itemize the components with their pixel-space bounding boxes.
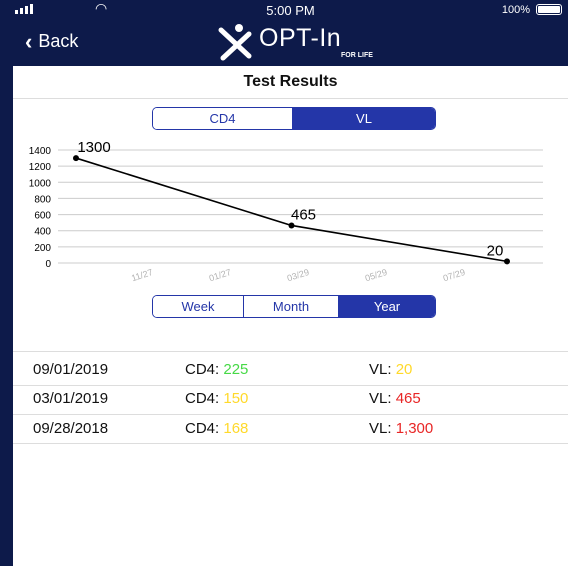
cd4-value: 225 [223, 361, 249, 378]
vl-label: VL: [369, 390, 392, 407]
y-tick-label: 0 [45, 259, 51, 270]
y-tick-label: 1400 [29, 146, 52, 157]
x-tick-label: 05/29 [364, 267, 389, 283]
tab-year[interactable]: Year [339, 296, 435, 317]
data-label: 20 [487, 242, 504, 259]
y-tick-label: 600 [34, 211, 51, 222]
result-vl: VL: 1,300 [369, 420, 433, 437]
y-tick-label: 800 [34, 194, 51, 205]
data-label: 1300 [77, 139, 110, 156]
result-vl: VL: 465 [369, 390, 421, 407]
tab-cd4[interactable]: CD4 [153, 108, 293, 129]
vl-value: 20 [395, 361, 413, 378]
data-label: 465 [291, 206, 316, 223]
vl-label: VL: [369, 420, 392, 437]
tab-vl[interactable]: VL [293, 108, 435, 129]
back-label: Back [38, 31, 79, 51]
vl-value: 465 [395, 390, 421, 407]
x-tick-label: 07/29 [442, 267, 467, 283]
result-row[interactable]: 03/01/2019 CD4: 150 VL: 465 [13, 382, 568, 416]
x-tick-label: 03/29 [286, 267, 311, 283]
cd4-label: CD4: [185, 420, 220, 437]
tab-month[interactable]: Month [244, 296, 339, 317]
cd4-label: CD4: [185, 361, 220, 378]
y-tick-label: 1000 [29, 178, 52, 189]
vl-value: 1,300 [395, 420, 434, 437]
logo-text: OPT-In [259, 24, 342, 52]
data-point [504, 258, 510, 265]
result-row[interactable]: 09/28/2018 CD4: 168 VL: 1,300 [13, 412, 568, 446]
result-vl: VL: 20 [369, 361, 412, 378]
battery-icon [536, 4, 562, 15]
vl-label: VL: [369, 361, 392, 378]
page-title: Test Results [243, 73, 338, 90]
cd4-label: CD4: [185, 390, 220, 407]
y-tick-label: 400 [34, 227, 51, 238]
app-header: ◠ 5:00 PM 100% ‹ Back OPT-In FOR LIFE [13, 0, 568, 66]
app-logo: OPT-In FOR LIFE [215, 22, 395, 64]
result-date: 03/01/2019 [33, 390, 109, 407]
logo-figure-icon [218, 24, 252, 61]
x-tick-label: 01/27 [208, 267, 233, 283]
back-button[interactable]: ‹ Back [25, 28, 79, 54]
result-cd4: CD4: 225 [185, 361, 248, 378]
tab-week[interactable]: Week [153, 296, 244, 317]
logo-subtext: FOR LIFE [341, 52, 373, 59]
chevron-left-icon: ‹ [25, 28, 33, 54]
cd4-value: 168 [223, 420, 249, 437]
result-date: 09/01/2019 [33, 361, 109, 378]
result-date: 09/28/2018 [33, 420, 109, 437]
range-segmented-control: Week Month Year [152, 295, 436, 318]
battery-percent: 100% [501, 4, 530, 16]
result-cd4: CD4: 150 [185, 390, 248, 407]
result-cd4: CD4: 168 [185, 420, 248, 437]
vl-chart: 0 200 400 600 800 1000 1200 1400 11/27 01/27 03/29… [13, 130, 568, 290]
cd4-value: 150 [223, 390, 249, 407]
list-bottom-divider [13, 443, 568, 444]
list-top-divider [13, 351, 568, 352]
status-bar: ◠ 5:00 PM 100% [13, 0, 568, 20]
title-divider [13, 98, 568, 99]
y-tick-label: 200 [34, 243, 51, 254]
x-tick-label: 11/27 [130, 267, 154, 283]
window-left-border [0, 0, 13, 566]
metric-segmented-control: CD4 VL [152, 107, 436, 130]
status-time: 5:00 PM [266, 3, 315, 18]
y-tick-label: 1200 [29, 162, 52, 173]
chart-svg: 0 200 400 600 800 1000 1200 1400 11/27 01/27 03/29… [29, 139, 543, 283]
